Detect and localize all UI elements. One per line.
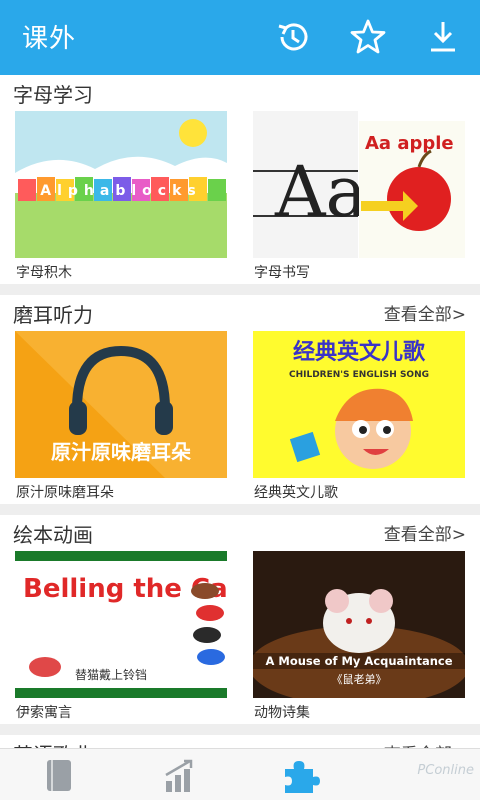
card-aesop-fables[interactable]: Belling the Cat 替猫戴上铃铛 伊索寓言 [15, 551, 227, 722]
alphablocks-logo-text: Alphablocks [40, 183, 201, 199]
card-caption: 伊索寓言 [16, 705, 72, 721]
view-all-link[interactable]: 查看全部> [384, 740, 466, 748]
section-header: 绘本动画 查看全部> [0, 515, 480, 551]
section-header: 磨耳听力 查看全部> [0, 295, 480, 331]
section-title: 绘本动画 [13, 523, 93, 547]
section-letters: 字母学习 Alphablocks 字母积木 Aa Aa apple 字母书写 [0, 75, 480, 284]
card-alphablocks[interactable]: Alphablocks 字母积木 [15, 111, 227, 282]
card-caption: 字母积木 [16, 265, 72, 281]
section-listening: 磨耳听力 查看全部> 原汁原味磨耳朵 原汁原味磨耳朵 经典英文儿歌 CHILDR… [0, 295, 480, 504]
divider [0, 724, 480, 735]
watermark-text: PConline [417, 763, 474, 778]
card-animal-poems[interactable]: A Mouse of My Acquaintance 《鼠老弟》 动物诗集 [253, 551, 465, 722]
songs-title-text: 经典英文儿歌 [293, 339, 426, 365]
history-icon[interactable] [273, 17, 313, 57]
card-original-listening[interactable]: 原汁原味磨耳朵 原汁原味磨耳朵 [15, 331, 227, 502]
card-caption: 字母书写 [254, 265, 310, 281]
view-all-link[interactable]: 查看全部> [384, 520, 466, 545]
alphablocks-thumbnail: Alphablocks [15, 111, 227, 258]
content-scroll[interactable]: 字母学习 Alphablocks 字母积木 Aa Aa apple 字母书写 磨… [0, 75, 480, 748]
card-english-songs[interactable]: 经典英文儿歌 CHILDREN'S ENGLISH SONG 经典英文儿歌 [253, 331, 465, 502]
app-header: 课外 [0, 0, 480, 75]
puzzle-icon[interactable] [280, 757, 320, 795]
section-title: 英语歌曲 [13, 739, 93, 748]
download-icon[interactable] [423, 17, 463, 57]
letter-writing-thumbnail: Aa Aa apple [253, 111, 465, 258]
section-title: 磨耳听力 [13, 303, 93, 327]
bottom-nav: PConline [0, 748, 480, 800]
card-caption: 动物诗集 [254, 705, 310, 721]
mouse-subtitle-text: 《鼠老弟》 [332, 672, 387, 686]
songs-thumbnail: 经典英文儿歌 CHILDREN'S ENGLISH SONG [253, 331, 465, 478]
card-letter-writing[interactable]: Aa Aa apple 字母书写 [253, 111, 465, 282]
divider [0, 504, 480, 515]
card-caption: 经典英文儿歌 [254, 485, 338, 501]
section-header: 字母学习 [0, 75, 480, 111]
letter-a-glyph: Aa [274, 151, 367, 233]
section-picture-books: 绘本动画 查看全部> Belling the Cat 替猫戴上铃铛 伊索寓言 A… [0, 515, 480, 724]
chart-icon[interactable] [160, 757, 200, 795]
belling-cat-thumbnail: Belling the Cat 替猫戴上铃铛 [15, 551, 227, 698]
card-caption: 原汁原味磨耳朵 [16, 485, 114, 501]
star-icon[interactable] [348, 17, 388, 57]
mouse-thumbnail: A Mouse of My Acquaintance 《鼠老弟》 [253, 551, 465, 698]
book-icon[interactable] [40, 757, 80, 795]
songs-subtitle-text: CHILDREN'S ENGLISH SONG [289, 370, 429, 380]
headphones-title-text: 原汁原味磨耳朵 [51, 440, 191, 464]
section-header: 英语歌曲 查看全部> [0, 735, 480, 748]
view-all-link[interactable]: 查看全部> [384, 300, 466, 325]
divider [0, 284, 480, 295]
belling-cat-subtitle-text: 替猫戴上铃铛 [75, 667, 147, 682]
headphones-thumbnail: 原汁原味磨耳朵 [15, 331, 227, 478]
mouse-title-text: A Mouse of My Acquaintance [265, 654, 452, 668]
apple-text: Aa apple [365, 133, 454, 154]
section-english-songs: 英语歌曲 查看全部> [0, 735, 480, 748]
section-title: 字母学习 [13, 83, 93, 107]
page-title: 课外 [22, 24, 77, 54]
